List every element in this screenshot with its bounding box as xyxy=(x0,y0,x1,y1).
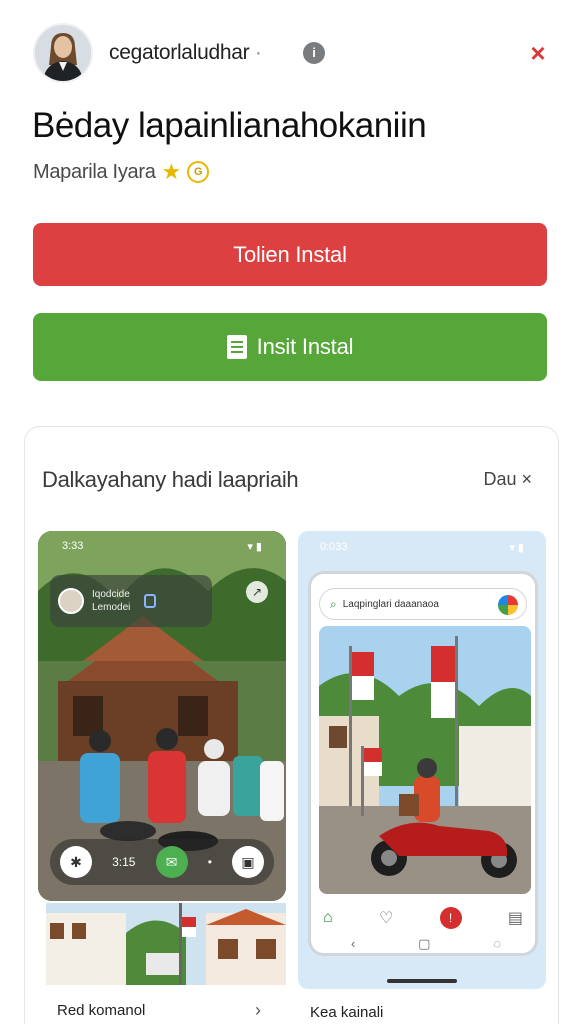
status-icons-right: ▾ ▮ xyxy=(509,542,524,554)
share-icon: ↗ xyxy=(246,581,268,603)
pin-icon: ✱ xyxy=(60,846,92,878)
profile-chip: Iqodcide Lemodei xyxy=(50,575,212,627)
phone-icon xyxy=(144,594,157,608)
status-bar-left: 3:33 ▾ ▮ xyxy=(38,531,286,565)
chevron-right-icon[interactable]: › xyxy=(255,1000,261,1021)
developer-name[interactable]: cegatorlaludhar · xyxy=(109,41,262,65)
secondary-install-label: Insit Instal xyxy=(256,334,354,359)
card-title: Dalkayahany hadi laapriaih xyxy=(42,467,299,492)
app-subtitle: Maparila Iyara xyxy=(33,160,156,183)
search-text: Laqpinglari daaanaoa xyxy=(342,598,439,610)
primary-install-button[interactable]: Tolien Instal xyxy=(33,223,547,286)
bottom-nav: ⌂ ♡ ! ▤ xyxy=(323,904,523,932)
info-icon[interactable]: i xyxy=(303,42,325,64)
developer-name-main: cegatorla xyxy=(109,41,193,64)
status-time-left: 3:33 xyxy=(62,540,84,552)
media-control-bar: ✱ 3:15 ✉ • ▣ xyxy=(50,839,274,885)
image-icon: ▣ xyxy=(232,846,264,878)
app-header: cegatorlaludhar · i × xyxy=(0,0,576,110)
home-icon: ⌂ xyxy=(323,909,333,926)
secondary-install-button[interactable]: Insit Instal xyxy=(33,313,547,381)
chip-line2: Lemodei xyxy=(92,602,131,613)
screenshot-left[interactable]: 3:33 ▾ ▮ Iqodcide Lemodei ↗ ✱ 3:15 ✉ • ▣ xyxy=(38,531,286,901)
google-icon xyxy=(498,595,518,615)
developer-avatar[interactable] xyxy=(33,23,93,83)
app-title: Bėday lapainlianahokaniin xyxy=(32,106,427,145)
thumbnail-image xyxy=(46,903,286,985)
media-time: 3:15 xyxy=(112,855,136,869)
status-bar-right: 0:033 ▾ ▮ xyxy=(298,531,546,565)
developer-name-suffix: ludhar xyxy=(192,41,250,64)
record-icon: ! xyxy=(439,907,462,929)
caption-right: Kea kainali xyxy=(310,1004,384,1021)
chip-avatar xyxy=(58,588,84,614)
star-icon: ★ xyxy=(161,159,182,184)
caption-left: Red komanol xyxy=(57,1002,146,1019)
developer-separator: · xyxy=(254,41,262,64)
status-icons-left: ▾ ▮ xyxy=(247,541,262,553)
close-icon[interactable]: × xyxy=(525,40,551,66)
card-dismiss-button[interactable]: Dau × xyxy=(483,469,532,490)
search-icon: ⌕ xyxy=(330,596,337,611)
search-bar[interactable]: ⌕ Laqpinglari daaanaoa xyxy=(319,588,527,620)
assistant-icon: ◌ xyxy=(493,936,501,951)
media-dots: • xyxy=(207,855,212,869)
back-icon: ‹ xyxy=(351,936,356,951)
status-time-right: 0:033 xyxy=(320,541,348,553)
home-indicator xyxy=(387,979,457,983)
home-button-icon: ▢ xyxy=(418,936,431,951)
system-nav: ‹ ▢ ◌ xyxy=(351,936,501,952)
phone-frame: ⌕ Laqpinglari daaanaoa ⌂ ♡ ! ▤ ‹ ▢ ◌ xyxy=(308,571,538,956)
screenshot-right[interactable]: 0:033 ▾ ▮ ⌕ Laqpinglari daaanaoa ⌂ ♡ ! ▤… xyxy=(298,531,546,989)
thumbnail-left[interactable] xyxy=(46,903,286,985)
chip-text: Iqodcide Lemodei xyxy=(92,588,130,614)
motorbike-scene xyxy=(319,626,531,894)
primary-install-label: Tolien Instal xyxy=(233,241,347,267)
chip-line1: Iqodcide xyxy=(92,589,130,600)
document-icon xyxy=(226,335,247,359)
heart-icon: ♡ xyxy=(378,910,394,927)
subtitle-row: Maparila Iyara ★ G xyxy=(33,158,210,186)
badge-icon: G xyxy=(187,161,210,183)
motorbike-scene-image xyxy=(319,626,531,894)
menu-icon: ▤ xyxy=(507,910,523,927)
message-icon: ✉ xyxy=(155,846,188,878)
